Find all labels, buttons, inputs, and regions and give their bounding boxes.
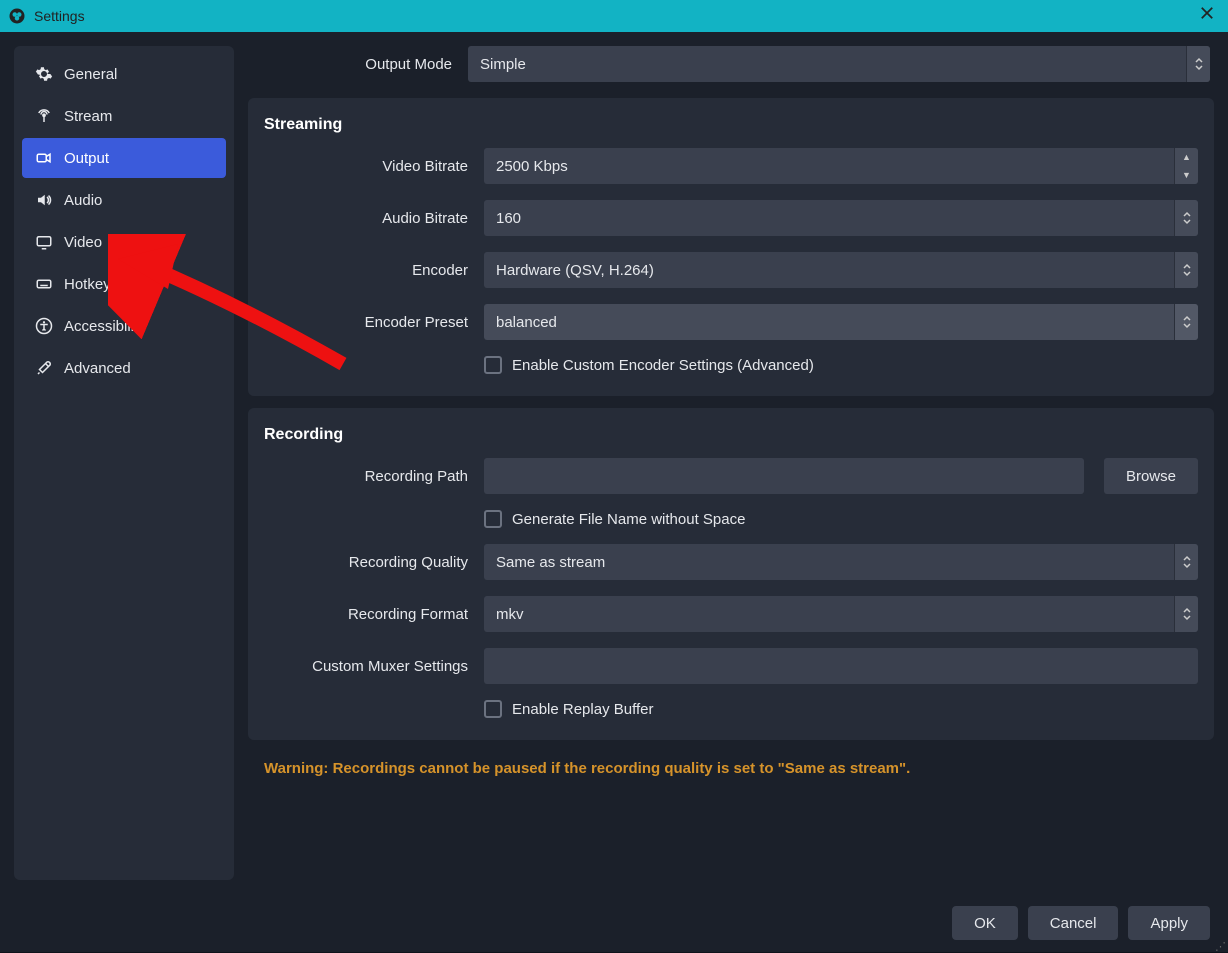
sidebar-item-label: Hotkeys xyxy=(64,276,118,293)
accessibility-icon xyxy=(34,316,54,336)
cancel-button[interactable]: Cancel xyxy=(1028,906,1119,940)
encoder-preset-label: Encoder Preset xyxy=(264,314,474,331)
spin-buttons[interactable]: ▲ ▼ xyxy=(1174,148,1198,184)
enable-custom-encoder-label: Enable Custom Encoder Settings (Advanced… xyxy=(512,357,814,374)
video-bitrate-input[interactable]: 2500 Kbps ▲ ▼ xyxy=(484,148,1198,184)
output-mode-label: Output Mode xyxy=(248,56,458,73)
video-bitrate-label: Video Bitrate xyxy=(264,158,474,175)
recording-panel: Recording Recording Path Browse Generate… xyxy=(248,408,1214,740)
sidebar-item-label: Stream xyxy=(64,108,112,125)
recording-path-input[interactable] xyxy=(484,458,1084,494)
encoder-select[interactable]: Hardware (QSV, H.264) xyxy=(484,252,1198,288)
gear-icon xyxy=(34,64,54,84)
browse-button[interactable]: Browse xyxy=(1104,458,1198,494)
encoder-value: Hardware (QSV, H.264) xyxy=(496,262,654,279)
recording-path-label: Recording Path xyxy=(264,468,474,485)
window-title: Settings xyxy=(34,8,85,24)
sidebar-item-label: Audio xyxy=(64,192,102,209)
ok-button[interactable]: OK xyxy=(952,906,1018,940)
enable-custom-encoder-checkbox[interactable] xyxy=(484,356,502,374)
sidebar-item-label: Advanced xyxy=(64,360,131,377)
apply-button[interactable]: Apply xyxy=(1128,906,1210,940)
video-bitrate-value: 2500 Kbps xyxy=(496,158,1186,175)
sidebar-item-advanced[interactable]: Advanced xyxy=(22,348,226,388)
chevron-down-icon[interactable]: ▼ xyxy=(1175,166,1198,184)
sidebar-item-label: Accessibility xyxy=(64,318,146,335)
sidebar-item-accessibility[interactable]: Accessibility xyxy=(22,306,226,346)
close-icon[interactable] xyxy=(1200,6,1220,26)
output-mode-select[interactable]: Simple xyxy=(468,46,1210,82)
recording-format-select[interactable]: mkv xyxy=(484,596,1198,632)
recording-format-value: mkv xyxy=(496,606,524,623)
recording-format-label: Recording Format xyxy=(264,606,474,623)
recording-quality-select[interactable]: Same as stream xyxy=(484,544,1198,580)
antenna-icon xyxy=(34,106,54,126)
encoder-label: Encoder xyxy=(264,262,474,279)
filename-nospace-label: Generate File Name without Space xyxy=(512,511,745,528)
chevron-updown-icon xyxy=(1174,304,1198,340)
sidebar-item-output[interactable]: Output xyxy=(22,138,226,178)
chevron-updown-icon xyxy=(1174,200,1198,236)
titlebar: Settings xyxy=(0,0,1228,32)
sidebar: General Stream Output Audio Video xyxy=(14,46,234,880)
sidebar-item-stream[interactable]: Stream xyxy=(22,96,226,136)
chevron-updown-icon xyxy=(1174,544,1198,580)
sidebar-item-label: General xyxy=(64,66,117,83)
keyboard-icon xyxy=(34,274,54,294)
chevron-updown-icon xyxy=(1186,46,1210,82)
streaming-title: Streaming xyxy=(264,116,1198,134)
speaker-icon xyxy=(34,190,54,210)
main-content: Output Mode Simple Streaming Video Bitra… xyxy=(248,46,1214,880)
audio-bitrate-select[interactable]: 160 xyxy=(484,200,1198,236)
chevron-up-icon[interactable]: ▲ xyxy=(1175,148,1198,166)
audio-bitrate-label: Audio Bitrate xyxy=(264,210,474,227)
sidebar-item-general[interactable]: General xyxy=(22,54,226,94)
tools-icon xyxy=(34,358,54,378)
encoder-preset-value: balanced xyxy=(496,314,557,331)
output-mode-value: Simple xyxy=(480,56,526,73)
sidebar-item-hotkeys[interactable]: Hotkeys xyxy=(22,264,226,304)
sidebar-item-label: Video xyxy=(64,234,102,251)
recording-title: Recording xyxy=(264,426,1198,444)
recording-quality-label: Recording Quality xyxy=(264,554,474,571)
recording-quality-value: Same as stream xyxy=(496,554,605,571)
monitor-icon xyxy=(34,232,54,252)
sidebar-item-label: Output xyxy=(64,150,109,167)
sidebar-item-video[interactable]: Video xyxy=(22,222,226,262)
footer: OK Cancel Apply ⋰ xyxy=(0,894,1228,952)
muxer-label: Custom Muxer Settings xyxy=(264,658,474,675)
streaming-panel: Streaming Video Bitrate 2500 Kbps ▲ ▼ Au… xyxy=(248,98,1214,396)
chevron-updown-icon xyxy=(1174,596,1198,632)
encoder-preset-select[interactable]: balanced xyxy=(484,304,1198,340)
replay-buffer-label: Enable Replay Buffer xyxy=(512,701,653,718)
replay-buffer-checkbox[interactable] xyxy=(484,700,502,718)
app-icon xyxy=(8,7,26,25)
chevron-updown-icon xyxy=(1174,252,1198,288)
muxer-input[interactable] xyxy=(484,648,1198,684)
sidebar-item-audio[interactable]: Audio xyxy=(22,180,226,220)
filename-nospace-checkbox[interactable] xyxy=(484,510,502,528)
resize-grip[interactable]: ⋰ xyxy=(1215,944,1226,950)
audio-bitrate-value: 160 xyxy=(496,210,521,227)
output-icon xyxy=(34,148,54,168)
warning-text: Warning: Recordings cannot be paused if … xyxy=(248,752,1214,777)
